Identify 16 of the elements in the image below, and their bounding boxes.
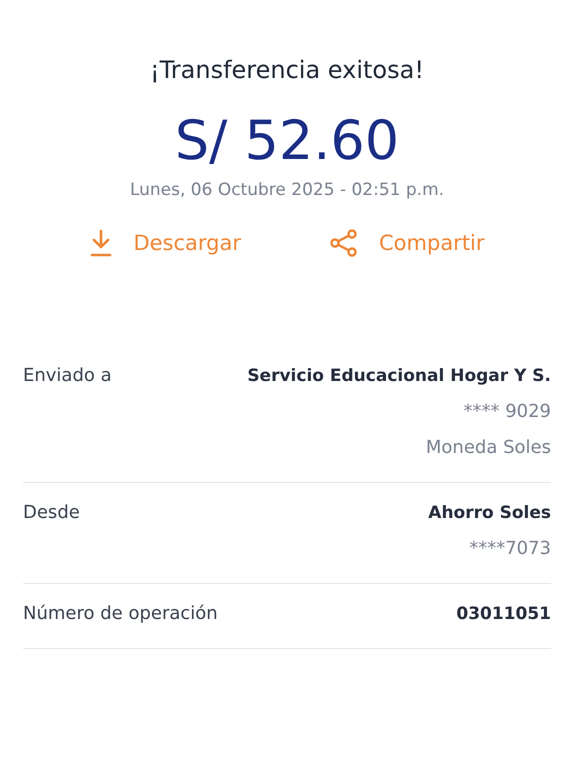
transaction-date: Lunes, 06 Octubre 2025 - 02:51 p.m. [130, 180, 444, 200]
detail-label: Número de operación [23, 602, 218, 626]
detail-value: ****7073 [469, 537, 551, 561]
detail-label: Desde [23, 501, 80, 525]
download-button[interactable]: Descargar [89, 228, 242, 258]
detail-value: 03011051 [456, 603, 551, 626]
detail-value: **** 9029 [463, 400, 551, 424]
detail-value: Ahorro Soles [428, 502, 551, 525]
share-icon [329, 228, 360, 258]
amount: S/ 52.60 [174, 110, 400, 172]
detail-label: Enviado a [23, 364, 112, 388]
detail-value: Servicio Educacional Hogar Y S. [247, 365, 551, 388]
download-icon [89, 229, 114, 257]
success-title: ¡Transferencia exitosa! [150, 55, 424, 86]
share-button[interactable]: Compartir [329, 228, 485, 258]
detail-value: Moneda Soles [426, 436, 551, 460]
